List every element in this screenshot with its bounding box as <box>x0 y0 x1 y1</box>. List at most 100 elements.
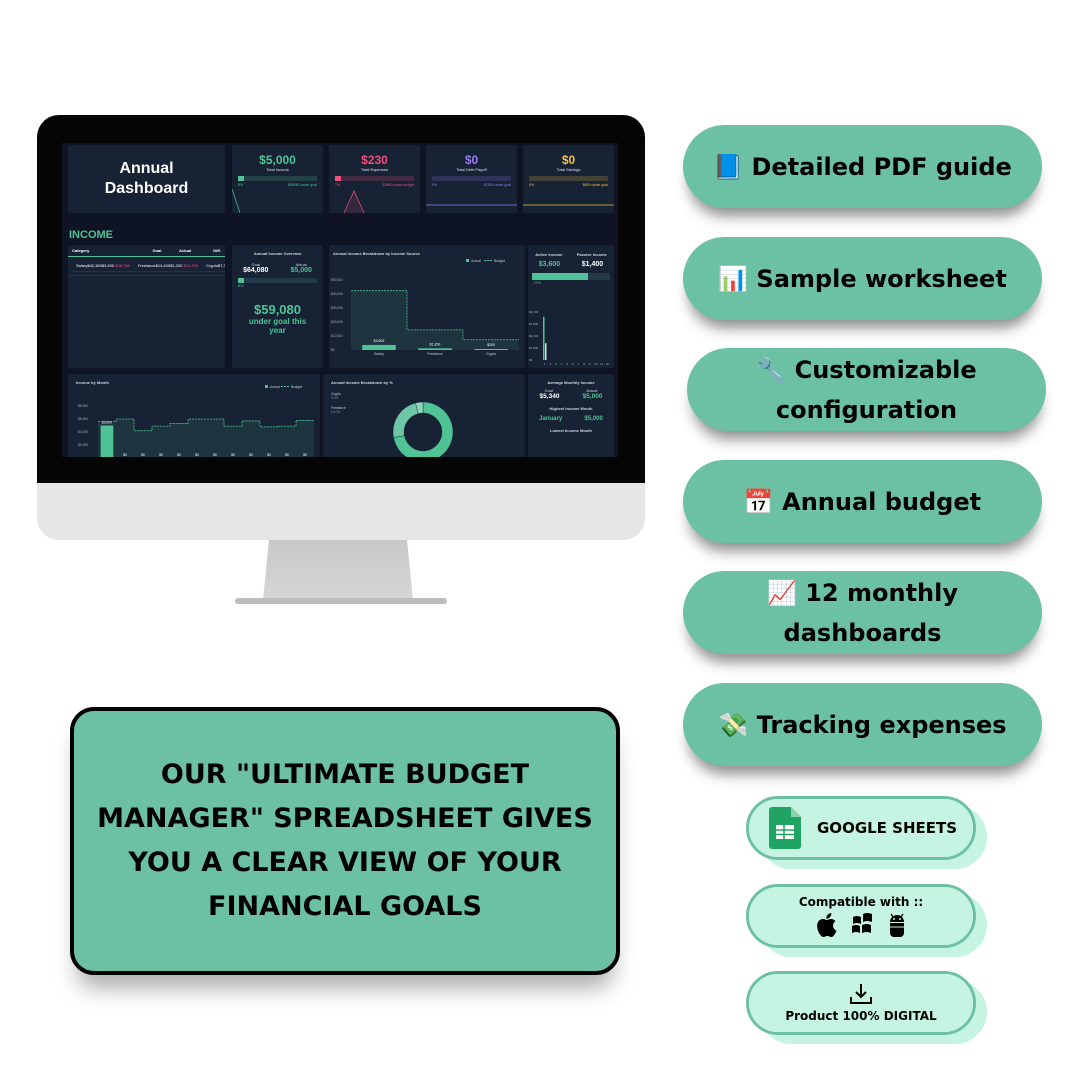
bar-label: $0 <box>231 453 235 457</box>
feature-label: Customizable configuration <box>775 355 977 424</box>
feature-icon: 📅 <box>743 487 774 516</box>
feature-label: Sample worksheet <box>756 264 1007 293</box>
legend-budget: Budget <box>291 385 302 389</box>
kpi-card: $5,000 Total Income 8% $59080 under goal <box>232 145 323 213</box>
feature-pill: 💸 Tracking expenses <box>683 683 1042 766</box>
y-tick: $10,000 <box>331 334 343 338</box>
y-tick: $3,000 <box>529 322 539 326</box>
x-tick: 7 <box>578 362 580 366</box>
budget-area <box>296 420 314 457</box>
feature-pill: 📘 Detailed PDF guide <box>683 125 1042 208</box>
kpi-progress <box>432 176 511 181</box>
feature-icon: 💸 <box>718 710 749 739</box>
bar-label: $3,600 <box>374 339 385 343</box>
feature-label: Annual budget <box>782 487 982 516</box>
legend-budget: Budget <box>494 259 505 263</box>
kpi-card: $0 Total Debt Payoff 0% $1300 under goal <box>426 145 517 213</box>
digital-product-badge: Product 100% DIGITAL <box>746 971 987 1044</box>
active-bar <box>543 316 545 360</box>
actual-bar <box>418 348 452 350</box>
x-tick: Crypto <box>486 352 496 356</box>
kpi-progress <box>335 176 414 181</box>
x-tick: 4 <box>561 362 563 366</box>
feature-pill: 🔧 Customizable configuration <box>687 348 1046 431</box>
feature-label: 12 monthly dashboards <box>783 578 958 647</box>
actual-bar <box>100 425 114 457</box>
kpi-label: Total Income <box>266 167 289 172</box>
x-tick: 9 <box>589 362 591 366</box>
income-by-percent-chart: Annual Income Breakdown by % Salary72.0%… <box>323 374 525 457</box>
x-tick: 6 <box>572 362 574 366</box>
average-monthly-income: Average Monthly Income Goal Actual $5,340… <box>528 374 614 457</box>
table-row: Salary $42,380 $3,600 -$38,780 <box>72 260 134 272</box>
kpi-label: Total Debt Payoff <box>456 167 487 172</box>
kpi-card: $230 Total Expenses 7% $2890 under budget <box>329 145 420 213</box>
bar-label: $0 <box>123 453 127 457</box>
monitor-base <box>235 598 447 604</box>
slice-percent: 24.0% <box>331 410 340 414</box>
legend-actual-swatch <box>466 259 469 262</box>
x-tick: Freelance <box>427 352 443 356</box>
active-passive-income: Active Income Passive Income $3,600 $1,400… <box>528 245 614 368</box>
y-tick: $50,000 <box>331 278 343 282</box>
compatible-label: Compatible with :: <box>798 895 924 909</box>
apple-icon <box>817 913 837 937</box>
x-tick: 11 <box>600 362 603 366</box>
budget-area <box>206 419 224 457</box>
google-sheets-icon <box>769 807 801 849</box>
income-table: Category Goal Actual Diff. Salary $42,380 $3,… <box>68 245 225 368</box>
bar-label: $0 <box>285 453 289 457</box>
bar-label: $0 <box>177 453 181 457</box>
y-tick: $20,000 <box>331 320 343 324</box>
feature-icon: 🔧 <box>756 355 787 384</box>
android-icon <box>890 913 904 937</box>
bar-label: $0 <box>141 453 145 457</box>
y-tick: $30,000 <box>331 306 343 310</box>
windows-icon <box>852 913 872 933</box>
x-tick: Salary <box>374 352 384 356</box>
dashboard-title: Annual Dashboard <box>68 145 225 213</box>
budget-area <box>170 423 188 457</box>
kpi-value: $0 <box>561 153 576 167</box>
table-row: Freelance $14,400 $1,200 -$13,200 <box>133 260 203 272</box>
feature-pill: 📅 Annual budget <box>683 460 1042 543</box>
bar-label: $5,000 <box>102 421 112 425</box>
monitor-stand <box>263 540 413 600</box>
y-tick: $4,000 <box>529 310 539 314</box>
income-by-month-chart: Income by Month Actual Budget $2,000 $4,000… <box>68 374 320 457</box>
x-tick: 12 <box>606 362 610 366</box>
x-tick: 5 <box>566 362 568 366</box>
kpi-label: Total Savings <box>556 167 581 172</box>
bar-label: $1,200 <box>430 342 441 346</box>
y-tick: $2,000 <box>529 334 539 338</box>
y-tick: $1,000 <box>529 346 539 350</box>
feature-pill: 📊 Sample worksheet <box>683 237 1042 320</box>
kpi-progress <box>529 176 608 181</box>
bar-label: $0 <box>213 453 217 457</box>
x-tick: 1 <box>544 362 546 366</box>
bar-label: $200 <box>487 343 495 347</box>
actual-bar <box>362 344 396 350</box>
bar-label: $0 <box>267 453 271 457</box>
legend-actual: Actual <box>270 385 280 389</box>
feature-pill: 📈 12 monthly dashboards <box>683 571 1042 654</box>
feature-icon: 📈 <box>766 578 797 607</box>
passive-bar <box>545 343 547 360</box>
bar-label: $0 <box>159 453 163 457</box>
dashboard-screen: Annual Dashboard $5,000 Total Income 8% $59… <box>62 143 618 457</box>
x-tick: 3 <box>555 362 557 366</box>
x-tick: 2 <box>550 362 552 366</box>
kpi-label: Total Expenses <box>360 167 389 172</box>
y-tick: $0 <box>529 358 533 362</box>
legend-actual: Actual <box>471 259 481 263</box>
section-title: INCOME <box>69 229 113 241</box>
download-icon <box>850 984 872 1004</box>
google-sheets-label: GOOGLE SHEETS <box>817 819 958 837</box>
digital-label: Product 100% DIGITAL <box>785 1009 937 1023</box>
budget-area <box>407 329 463 350</box>
promo-message: OUR "ULTIMATE BUDGET MANAGER" SPREADSHEE… <box>70 707 620 975</box>
y-tick: $4,000 <box>78 430 88 434</box>
compatibility-badge: Compatible with :: <box>746 884 987 957</box>
income-overview: Annual Income Overview Goal $64,080 Actua… <box>232 245 323 368</box>
budget-area <box>116 419 134 457</box>
